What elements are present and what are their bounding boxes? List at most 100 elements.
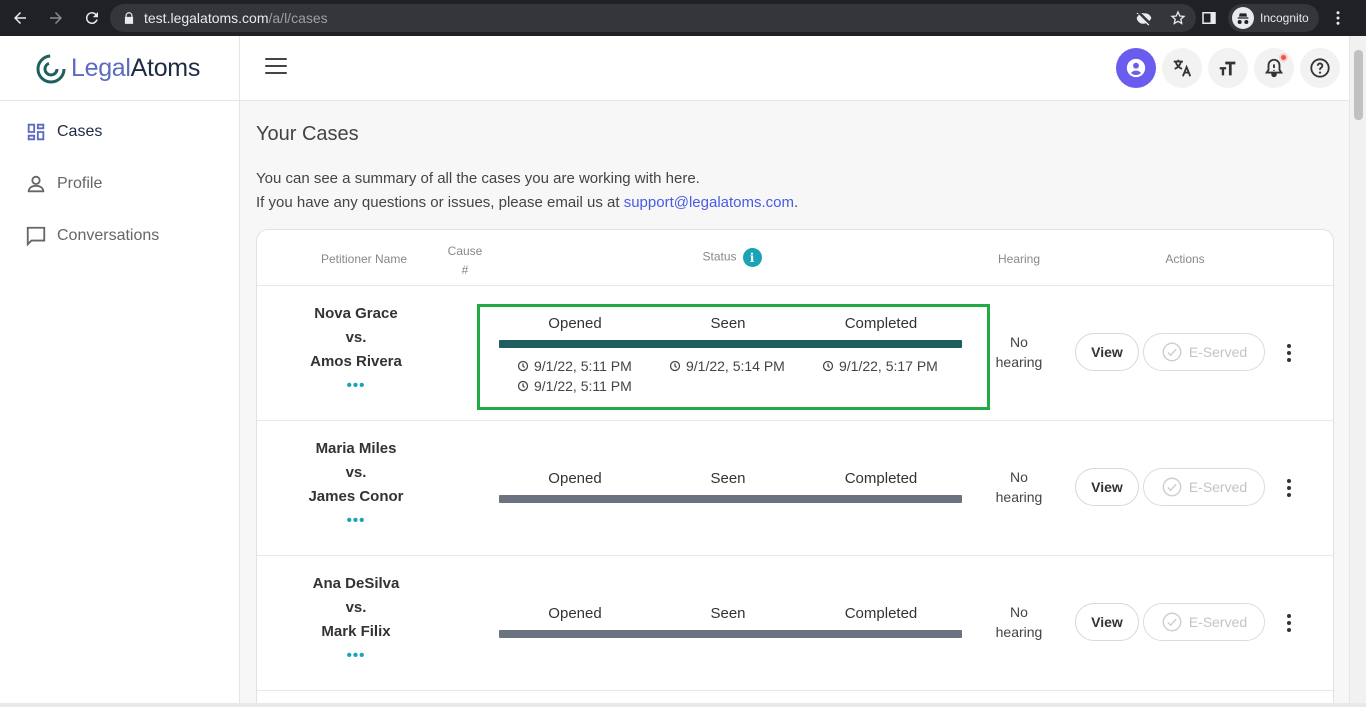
logo-text-legal: Legal xyxy=(71,54,131,82)
row-menu-button[interactable] xyxy=(1279,611,1299,635)
sidebar-item-label: Profile xyxy=(57,175,103,192)
support-email-link[interactable]: support@legalatoms.com xyxy=(624,194,794,211)
forward-button[interactable] xyxy=(40,2,72,34)
check-circle-icon xyxy=(1162,342,1182,362)
eye-off-icon[interactable] xyxy=(1136,10,1152,26)
description-line-2: If you have any questions or issues, ple… xyxy=(256,191,798,215)
logo-text-atoms: Atoms xyxy=(130,54,201,82)
clock-icon xyxy=(669,360,681,372)
incognito-icon xyxy=(1232,7,1254,29)
text-size-icon xyxy=(1219,61,1236,76)
view-button[interactable]: View xyxy=(1075,333,1139,371)
description-suffix: . xyxy=(794,194,799,211)
row-menu-button[interactable] xyxy=(1279,341,1299,365)
person-icon xyxy=(27,175,45,193)
check-circle-icon xyxy=(1162,477,1182,497)
table-row: Nova Grace vs. Amos Rivera ••• Opened Se… xyxy=(257,286,1333,421)
header-hearing: Hearing xyxy=(997,252,1041,266)
hearing-status: No hearing xyxy=(979,467,1059,507)
header-actions: Actions xyxy=(1165,252,1205,266)
logo[interactable]: LegalAtoms xyxy=(0,36,240,101)
respondent-name: Mark Filix xyxy=(321,623,391,640)
hearing-line-1: No xyxy=(1010,334,1028,350)
view-button[interactable]: View xyxy=(1075,603,1139,641)
header-cause-line2: # xyxy=(461,263,469,277)
sidebar-item-conversations[interactable]: Conversations xyxy=(25,225,159,247)
hearing-line-1: No xyxy=(1010,604,1028,620)
reload-button[interactable] xyxy=(76,2,108,34)
chrome-menu-icon[interactable] xyxy=(1329,9,1347,27)
header-status: Status i xyxy=(667,248,797,267)
url-text: test.legalatoms.com/a/l/cases xyxy=(144,10,328,26)
account-circle-icon xyxy=(1126,58,1146,78)
address-bar[interactable]: test.legalatoms.com/a/l/cases xyxy=(110,4,1196,32)
view-button[interactable]: View xyxy=(1075,468,1139,506)
sidebar-item-label: Conversations xyxy=(57,227,160,244)
arrow-right-icon xyxy=(50,12,62,24)
description-prefix: If you have any questions or issues, ple… xyxy=(256,194,624,211)
e-served-label: E-Served xyxy=(1188,344,1248,360)
more-parties-button[interactable]: ••• xyxy=(257,644,455,668)
profile-button[interactable] xyxy=(1116,48,1156,88)
info-icon[interactable]: i xyxy=(742,248,762,267)
back-button[interactable] xyxy=(4,2,36,34)
stage-opened: Opened xyxy=(548,470,602,487)
stage-seen: Seen xyxy=(710,605,746,622)
notification-dot xyxy=(1279,53,1288,62)
more-parties-button[interactable]: ••• xyxy=(257,374,455,398)
status-progress: Opened Seen Completed xyxy=(499,470,962,503)
hearing-status: No hearing xyxy=(979,332,1059,372)
sidebar-item-profile[interactable]: Profile xyxy=(25,173,102,195)
respondent-name: James Conor xyxy=(308,488,404,505)
lock-icon xyxy=(124,12,134,24)
scrollbar-thumb[interactable] xyxy=(1354,50,1363,120)
bottom-edge xyxy=(0,703,1366,707)
e-served-button[interactable]: E-Served xyxy=(1143,468,1265,506)
sidebar-item-cases[interactable]: Cases xyxy=(25,121,102,143)
browser-toolbar: test.legalatoms.com/a/l/cases Incognito xyxy=(0,0,1366,36)
clock-icon xyxy=(517,360,529,372)
case-parties: Maria Miles vs. James Conor ••• xyxy=(257,437,455,533)
clock-icon xyxy=(822,360,834,372)
progress-bar xyxy=(499,495,962,503)
e-served-button[interactable]: E-Served xyxy=(1143,603,1265,641)
incognito-badge[interactable]: Incognito xyxy=(1228,4,1319,32)
versus-label: vs. xyxy=(345,599,367,616)
cases-table: Petitioner Name Cause # Status i Hearing … xyxy=(256,229,1334,707)
main-content: Your Cases You can see a summary of all … xyxy=(240,101,1349,707)
opened-time: 9/1/22, 5:11 PM xyxy=(534,378,632,394)
hearing-line-2: hearing xyxy=(995,489,1043,505)
header-cause: Cause # xyxy=(435,242,495,280)
header-status-label: Status xyxy=(702,249,737,264)
completed-time: 9/1/22, 5:17 PM xyxy=(839,358,938,374)
versus-label: vs. xyxy=(345,464,367,481)
clock-icon xyxy=(517,380,529,392)
page-scrollbar[interactable] xyxy=(1349,36,1366,707)
translate-button[interactable] xyxy=(1162,48,1202,88)
help-icon xyxy=(1310,58,1330,78)
text-size-button[interactable] xyxy=(1208,48,1248,88)
notifications-button[interactable] xyxy=(1254,48,1294,88)
row-menu-button[interactable] xyxy=(1279,476,1299,500)
side-panel-icon[interactable] xyxy=(1200,9,1218,27)
petitioner-name: Nova Grace xyxy=(314,305,398,322)
petitioner-name: Ana DeSilva xyxy=(312,575,400,592)
incognito-label: Incognito xyxy=(1260,11,1309,25)
e-served-button[interactable]: E-Served xyxy=(1143,333,1265,371)
progress-bar xyxy=(499,340,962,348)
help-button[interactable] xyxy=(1300,48,1340,88)
table-row: Ana DeSilva vs. Mark Filix ••• Opened Se… xyxy=(257,556,1333,691)
versus-label: vs. xyxy=(345,329,367,346)
url-host: test.legalatoms.com xyxy=(144,10,269,26)
more-parties-button[interactable]: ••• xyxy=(257,509,455,533)
stage-completed: Completed xyxy=(844,605,918,622)
header-cause-line1: Cause xyxy=(447,244,483,258)
menu-toggle-button[interactable] xyxy=(265,58,287,78)
arrow-left-icon xyxy=(14,12,26,24)
sidebar-item-label: Cases xyxy=(57,123,103,140)
star-icon[interactable] xyxy=(1170,10,1186,26)
dashboard-icon xyxy=(27,123,45,141)
app-header: LegalAtoms xyxy=(0,36,1349,101)
hearing-status: No hearing xyxy=(979,602,1059,642)
progress-bar xyxy=(499,630,962,638)
